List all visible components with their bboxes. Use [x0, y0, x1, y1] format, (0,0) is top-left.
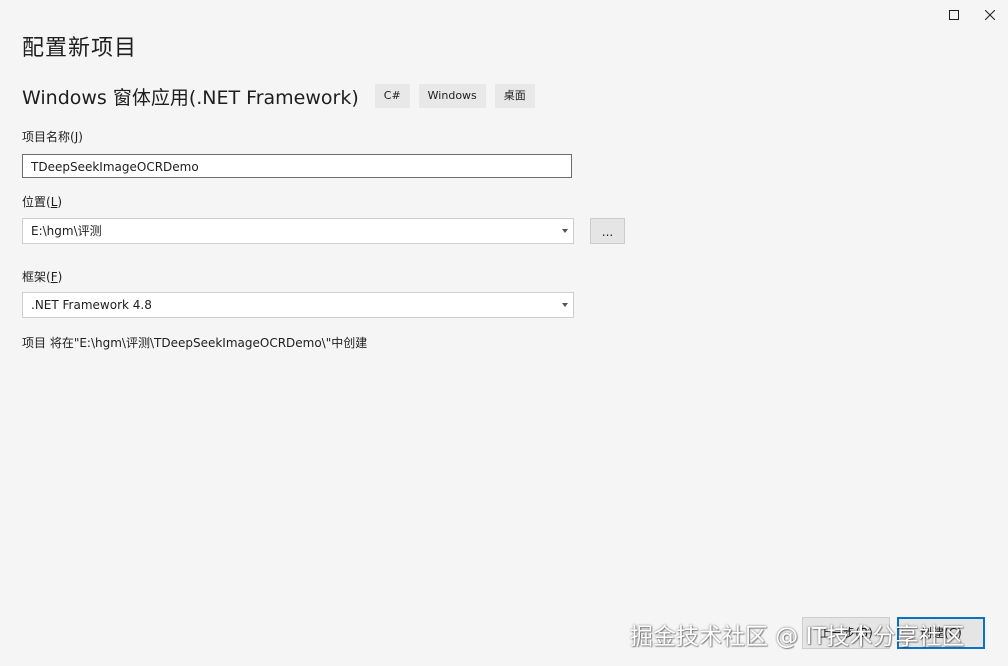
chevron-down-icon	[562, 303, 568, 307]
close-icon	[985, 10, 995, 20]
tag-language: C#	[374, 84, 410, 108]
maximize-icon	[949, 10, 959, 20]
template-name: Windows 窗体应用(.NET Framework)	[22, 86, 359, 109]
project-name-label: 项目名称(J)	[22, 130, 83, 144]
location-combobox[interactable]: E:\hgm\评测	[22, 218, 574, 244]
framework-combobox[interactable]: .NET Framework 4.8	[22, 292, 574, 318]
framework-label: 框架(F)	[22, 270, 63, 284]
framework-value: .NET Framework 4.8	[31, 298, 152, 312]
back-button[interactable]: 上一步(B)	[802, 617, 890, 649]
create-location-summary: 项目 将在"E:\hgm\评测\TDeepSeekImageOCRDemo\"中…	[22, 336, 368, 350]
project-name-input[interactable]: TDeepSeekImageOCRDemo	[22, 154, 572, 178]
browse-button[interactable]: ...	[590, 218, 625, 244]
project-name-value: TDeepSeekImageOCRDemo	[31, 160, 199, 174]
window-controls	[936, 0, 1008, 30]
location-label: 位置(L)	[22, 195, 63, 209]
create-button[interactable]: 创建(C)	[897, 617, 985, 649]
tag-platform: Windows	[418, 84, 486, 108]
location-value: E:\hgm\评测	[31, 224, 102, 238]
chevron-down-icon	[562, 229, 568, 233]
template-header: Windows 窗体应用(.NET Framework) C# Windows …	[22, 82, 544, 110]
tag-project-type: 桌面	[494, 84, 535, 108]
page-title: 配置新项目	[22, 36, 138, 61]
close-button[interactable]	[972, 0, 1008, 30]
maximize-button[interactable]	[936, 0, 972, 30]
